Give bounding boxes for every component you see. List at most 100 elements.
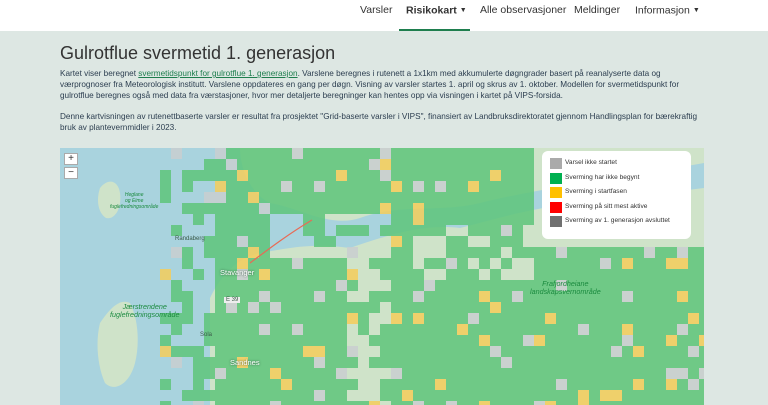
grid-cell <box>182 291 193 302</box>
grid-cell <box>391 269 402 280</box>
grid-cell <box>171 346 182 357</box>
nav-item-risikokart[interactable]: Risikokart ▼ <box>399 0 470 31</box>
grid-cell <box>391 203 402 214</box>
grid-cell <box>292 269 303 280</box>
grid-cell <box>446 258 457 269</box>
grid-cell <box>226 280 237 291</box>
grid-cell <box>160 401 171 405</box>
grid-cell <box>347 280 358 291</box>
grid-cell <box>666 379 677 390</box>
grid-cell <box>413 357 424 368</box>
grid-cell <box>248 192 259 203</box>
grid-cell <box>457 357 468 368</box>
grid-cell <box>688 280 699 291</box>
grid-cell <box>611 379 622 390</box>
grid-cell <box>281 390 292 401</box>
grid-cell <box>204 313 215 324</box>
grid-cell <box>380 225 391 236</box>
grid-cell <box>270 291 281 302</box>
grid-cell <box>457 280 468 291</box>
grid-cell <box>413 203 424 214</box>
grid-cell <box>468 324 479 335</box>
grid-cell <box>259 357 270 368</box>
grid-cell <box>314 368 325 379</box>
grid-cell <box>655 269 666 280</box>
grid-cell <box>490 225 501 236</box>
grid-cell <box>303 302 314 313</box>
zoom-out-button[interactable]: − <box>64 167 78 179</box>
grid-cell <box>435 148 446 159</box>
nav-item-alle-observasjoner[interactable]: Alle observasjoner <box>480 0 566 31</box>
grid-cell <box>644 390 655 401</box>
grid-cell <box>325 357 336 368</box>
grid-cell <box>259 159 270 170</box>
grid-cell <box>281 170 292 181</box>
grid-cell <box>325 346 336 357</box>
grid-cell <box>314 379 325 390</box>
grid-cell <box>468 214 479 225</box>
grid-cell <box>204 236 215 247</box>
nav-item-meldinger[interactable]: Meldinger <box>574 0 620 31</box>
grid-cell <box>358 192 369 203</box>
grid-cell <box>633 368 644 379</box>
grid-cell <box>270 313 281 324</box>
grid-cell <box>578 324 589 335</box>
grid-cell <box>523 390 534 401</box>
grid-cell <box>237 236 248 247</box>
grid-cell <box>226 236 237 247</box>
grid-cell <box>446 159 457 170</box>
grid-cell <box>402 148 413 159</box>
grid-cell <box>534 368 545 379</box>
nav-item-informasjon[interactable]: Informasjon ▼ <box>635 0 700 31</box>
grid-cell <box>391 357 402 368</box>
grid-cell <box>182 346 193 357</box>
grid-cell <box>413 302 424 313</box>
grid-cell <box>292 368 303 379</box>
grid-cell <box>457 159 468 170</box>
grid-cell <box>468 247 479 258</box>
grid-cell <box>413 269 424 280</box>
grid-cell <box>215 401 226 405</box>
grid-cell <box>402 313 413 324</box>
grid-cell <box>413 346 424 357</box>
grid-cell <box>292 313 303 324</box>
grid-cell <box>644 368 655 379</box>
grid-cell <box>281 335 292 346</box>
grid-cell <box>435 324 446 335</box>
grid-cell <box>688 291 699 302</box>
grid-cell <box>490 357 501 368</box>
grid-cell <box>479 214 490 225</box>
grid-cell <box>182 247 193 258</box>
grid-cell <box>688 269 699 280</box>
grid-cell <box>303 401 314 405</box>
risk-map[interactable]: + − Randaberg Stavanger Sandnes Sola E 3… <box>60 148 704 405</box>
grid-cell <box>358 225 369 236</box>
grid-cell <box>391 280 402 291</box>
grid-cell <box>424 401 435 405</box>
grid-cell <box>358 170 369 181</box>
grid-cell <box>666 346 677 357</box>
grid-cell <box>402 247 413 258</box>
grid-cell <box>479 313 490 324</box>
grid-cell <box>336 148 347 159</box>
nav-item-varsler[interactable]: Varsler <box>360 0 392 31</box>
grid-cell <box>380 324 391 335</box>
grid-cell <box>435 159 446 170</box>
grid-cell <box>501 236 512 247</box>
grid-cell <box>490 236 501 247</box>
grid-cell <box>259 203 270 214</box>
svermetidspunkt-link[interactable]: svermetidspunkt for gulrotflue 1. genera… <box>138 69 297 78</box>
grid-cell <box>336 346 347 357</box>
grid-cell <box>358 203 369 214</box>
grid-cell <box>578 313 589 324</box>
grid-cell <box>336 159 347 170</box>
grid-cell <box>567 258 578 269</box>
grid-cell <box>523 302 534 313</box>
grid-cell <box>468 225 479 236</box>
grid-cell <box>512 159 523 170</box>
zoom-in-button[interactable]: + <box>64 153 78 165</box>
grid-cell <box>237 214 248 225</box>
grid-cell <box>336 170 347 181</box>
grid-cell <box>424 346 435 357</box>
grid-cell <box>391 401 402 405</box>
